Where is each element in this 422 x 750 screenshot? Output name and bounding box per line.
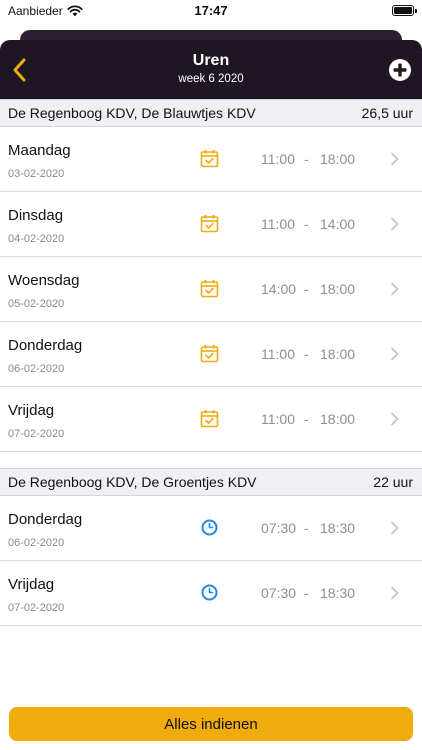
date-label: 05-02-2020 bbox=[8, 298, 65, 310]
status-bar: Aanbieder 17:47 bbox=[0, 0, 422, 24]
start-time: 11:00 bbox=[261, 151, 295, 167]
plus-circle-icon bbox=[389, 59, 411, 81]
calendar-check-icon bbox=[200, 410, 219, 428]
start-time: 07:30 bbox=[261, 520, 297, 536]
start-time: 11:00 bbox=[261, 411, 295, 427]
chevron-right-icon bbox=[391, 152, 399, 166]
start-time: 11:00 bbox=[261, 346, 295, 362]
start-time: 07:30 bbox=[261, 585, 297, 601]
end-time: 18:30 bbox=[320, 520, 356, 536]
time-separator: - bbox=[304, 281, 309, 297]
date-label: 03-02-2020 bbox=[8, 168, 65, 180]
section-title: De Regenboog KDV, De Groentjes KDV bbox=[8, 474, 257, 490]
day-label: Vrijdag bbox=[8, 576, 55, 593]
start-time: 14:00 bbox=[261, 281, 297, 297]
end-time: 18:30 bbox=[320, 585, 356, 601]
day-label: Maandag bbox=[8, 142, 71, 159]
start-time: 11:00 bbox=[261, 216, 295, 232]
date-label: 07-02-2020 bbox=[8, 602, 65, 614]
chevron-right-icon bbox=[391, 521, 399, 535]
page-title: Uren bbox=[192, 52, 230, 69]
date-label: 04-02-2020 bbox=[8, 233, 65, 245]
end-time: 14:00 bbox=[320, 216, 356, 232]
section-total: 22 uur bbox=[373, 474, 413, 490]
end-time: 18:00 bbox=[320, 151, 356, 167]
calendar-check-icon bbox=[200, 345, 219, 363]
hours-list: De Regenboog KDV, De Blauwtjes KDV 26,5 … bbox=[0, 99, 422, 626]
date-label: 06-02-2020 bbox=[8, 537, 65, 549]
list-item[interactable]: Vrijdag 07-02-2020 11:00 - 18:00 bbox=[0, 387, 422, 452]
section-spacer bbox=[0, 452, 422, 468]
clock-icon bbox=[201, 584, 218, 601]
end-time: 18:00 bbox=[320, 346, 356, 362]
date-label: 06-02-2020 bbox=[8, 363, 65, 375]
list-item[interactable]: Maandag 03-02-2020 11:00 - 18:00 bbox=[0, 127, 422, 192]
time-separator: - bbox=[304, 411, 309, 427]
calendar-check-icon bbox=[200, 150, 219, 168]
battery-icon bbox=[392, 5, 417, 16]
status-time: 17:47 bbox=[194, 3, 228, 18]
section-title: De Regenboog KDV, De Blauwtjes KDV bbox=[8, 105, 256, 121]
submit-all-label: Alles indienen bbox=[164, 715, 258, 733]
chevron-right-icon bbox=[391, 412, 399, 426]
chevron-right-icon bbox=[391, 217, 399, 231]
day-label: Woensdag bbox=[8, 272, 80, 289]
add-button[interactable] bbox=[388, 58, 412, 82]
chevron-right-icon bbox=[391, 347, 399, 361]
list-item[interactable]: Dinsdag 04-02-2020 11:00 - 14:00 bbox=[0, 192, 422, 257]
day-label: Vrijdag bbox=[8, 402, 55, 419]
time-separator: - bbox=[304, 151, 309, 167]
time-separator: - bbox=[304, 520, 309, 536]
submit-all-button[interactable]: Alles indienen bbox=[9, 707, 413, 741]
time-separator: - bbox=[304, 216, 309, 232]
list-item[interactable]: Donderdag 06-02-2020 11:00 - 18:00 bbox=[0, 322, 422, 387]
navigation-bar: Uren week 6 2020 bbox=[0, 40, 422, 99]
time-separator: - bbox=[304, 585, 309, 601]
chevron-right-icon bbox=[391, 586, 399, 600]
page-subtitle: week 6 2020 bbox=[178, 73, 244, 85]
calendar-check-icon bbox=[200, 215, 219, 233]
section-total: 26,5 uur bbox=[361, 105, 413, 121]
list-item[interactable]: Vrijdag 07-02-2020 07:30 - 18:30 bbox=[0, 561, 422, 626]
time-separator: - bbox=[304, 346, 309, 362]
day-label: Donderdag bbox=[8, 511, 83, 528]
section-header: De Regenboog KDV, De Groentjes KDV 22 uu… bbox=[0, 468, 422, 496]
list-item[interactable]: Donderdag 06-02-2020 07:30 - 18:30 bbox=[0, 496, 422, 561]
end-time: 18:00 bbox=[320, 411, 356, 427]
day-label: Donderdag bbox=[8, 337, 83, 354]
calendar-check-icon bbox=[200, 280, 219, 298]
clock-icon bbox=[201, 519, 218, 536]
day-label: Dinsdag bbox=[8, 207, 64, 224]
list-item[interactable]: Woensdag 05-02-2020 14:00 - 18:00 bbox=[0, 257, 422, 322]
end-time: 18:00 bbox=[320, 281, 356, 297]
chevron-right-icon bbox=[391, 282, 399, 296]
date-label: 07-02-2020 bbox=[8, 428, 65, 440]
section-header: De Regenboog KDV, De Blauwtjes KDV 26,5 … bbox=[0, 99, 422, 127]
